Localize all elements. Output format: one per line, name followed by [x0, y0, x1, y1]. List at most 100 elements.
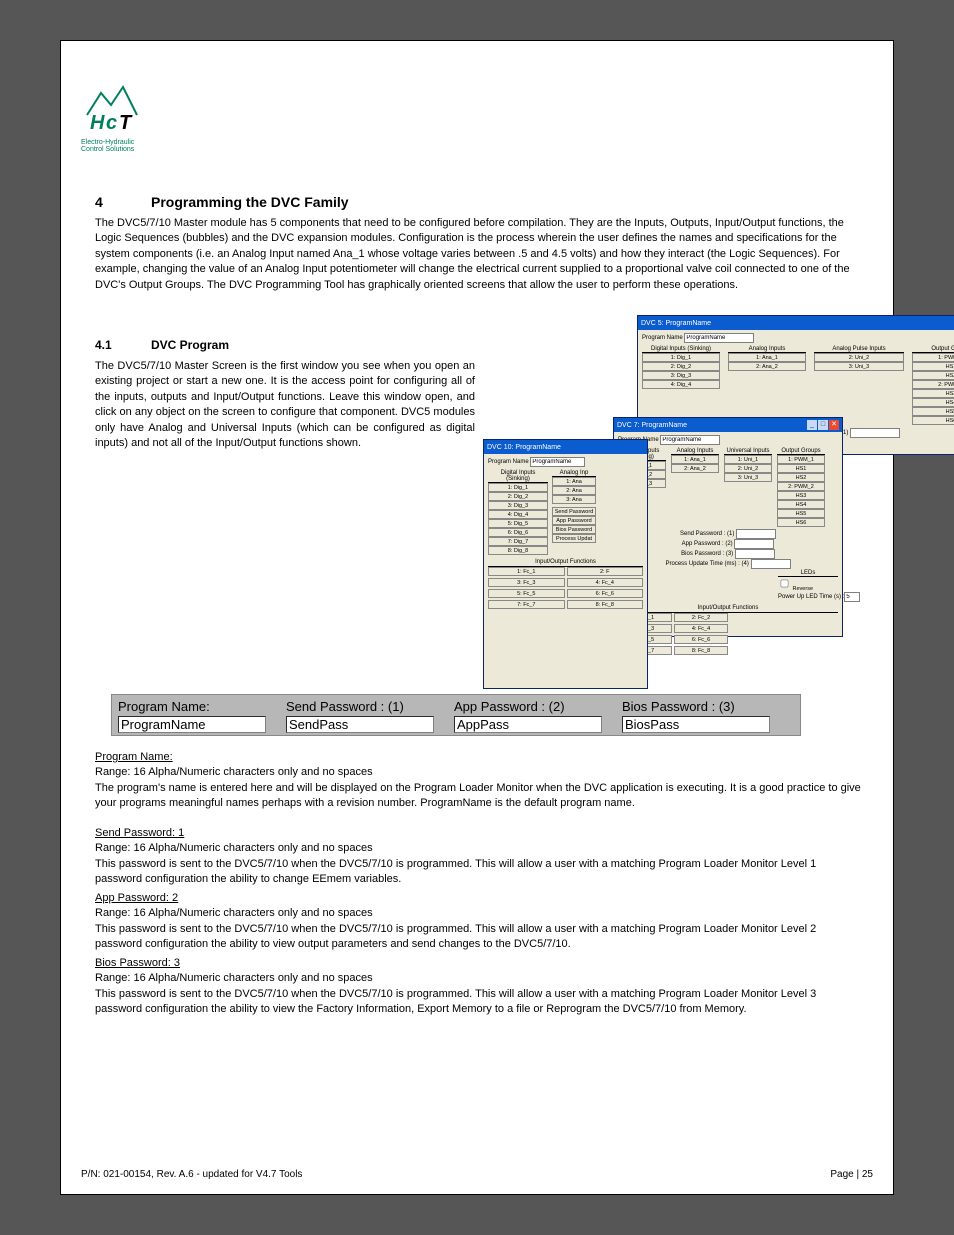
list-item[interactable]: HS5 [777, 509, 825, 518]
list-item[interactable]: HS3 [777, 491, 825, 500]
password-strip: Program Name: Send Password : (1) App Pa… [111, 694, 801, 736]
dvc5-sp-input[interactable] [850, 428, 900, 438]
strip-sp-input[interactable] [286, 716, 434, 733]
list-item[interactable]: 5: Fc_5 [488, 589, 565, 598]
strip-pn-lbl: Program Name: [118, 699, 268, 714]
list-item[interactable]: 5: Dig_5 [488, 519, 548, 528]
list-item[interactable]: 6: Dig_6 [488, 528, 548, 537]
list-item[interactable]: 4: Fc_4 [567, 578, 644, 587]
list-item[interactable]: 2: Ana_2 [671, 464, 719, 473]
list-item[interactable]: HS6 [777, 518, 825, 527]
dvc7-ai-h: Analog Inputs [671, 448, 719, 455]
list-item[interactable]: 2: Dig_2 [488, 492, 548, 501]
section-b-intro: The DVC5/7/10 Master Screen is the first… [95, 359, 475, 451]
list-item[interactable]: 3: Uni_3 [724, 473, 772, 482]
list-item[interactable]: 3: Ana [552, 495, 596, 504]
list-item[interactable]: 3: Fc_3 [488, 578, 565, 587]
list-item[interactable]: 7: Fc_7 [488, 600, 565, 609]
dvc5-og-h: Output Groups [912, 346, 954, 353]
section-no-2: 4.1 [95, 338, 112, 352]
strip-sp-lbl: Send Password : (1) [286, 699, 436, 714]
list-item[interactable]: 1: Uni_1 [724, 455, 772, 464]
bp-block: Bios Password: 3 Range: 16 Alpha/Numeric… [95, 956, 865, 1018]
list-item[interactable]: 6: Fc_6 [674, 635, 728, 644]
list-item[interactable]: Process Updat [552, 534, 596, 543]
svg-text:H: H [90, 112, 105, 134]
dvc10-pn-input[interactable] [530, 457, 585, 467]
dvc7-led-h: LEDs [778, 570, 838, 577]
list-item[interactable]: 1: Dig_1 [488, 483, 548, 492]
list-item[interactable]: 2: Fc_2 [674, 613, 728, 622]
strip-ap-lbl: App Password : (2) [454, 699, 604, 714]
list-item[interactable]: 2: Ana [552, 486, 596, 495]
list-item[interactable]: 1: Ana_1 [728, 353, 806, 362]
list-item[interactable]: HS3 [912, 389, 954, 398]
logo-sub1: Electro-Hydraulic [81, 139, 145, 146]
svg-text:c: c [106, 112, 117, 134]
dvc7-ui-h: Universal Inputs [724, 448, 772, 455]
list-item[interactable]: 2: Ana_2 [728, 362, 806, 371]
max-icon[interactable]: □ [818, 420, 828, 430]
list-item[interactable]: HS4 [777, 500, 825, 509]
list-item[interactable]: 3: Uni_3 [814, 362, 904, 371]
list-item[interactable]: 2: Uni_2 [814, 353, 904, 362]
list-item[interactable]: App Password [552, 516, 596, 525]
dvc5-pn-input[interactable] [684, 333, 754, 343]
logo-sub2: Control Solutions [81, 146, 145, 153]
list-item[interactable]: 3: Dig_3 [642, 371, 720, 380]
list-item[interactable]: HS2 [777, 473, 825, 482]
list-item[interactable]: 8: Dig_8 [488, 546, 548, 555]
pw-row: Bios Password : (3) [618, 549, 838, 559]
list-item[interactable]: 2: Uni_2 [724, 464, 772, 473]
list-item[interactable]: 2: F [567, 567, 644, 576]
list-item[interactable]: HS1 [912, 362, 954, 371]
dvc10-ai-h: Analog Inp [552, 470, 596, 477]
list-item[interactable]: 1: PWM_1 [777, 455, 825, 464]
list-item[interactable]: Send Password [552, 507, 596, 516]
pw-row: Send Password : (1) [618, 529, 838, 539]
list-item[interactable]: 3: Dig_3 [488, 501, 548, 510]
list-item[interactable]: HS1 [777, 464, 825, 473]
list-item[interactable]: 8: Fc_8 [674, 646, 728, 655]
list-item[interactable]: 1: PWM_1 [912, 353, 954, 362]
list-item[interactable]: Bios Password [552, 525, 596, 534]
list-item[interactable]: HS6 [912, 416, 954, 425]
strip-pn-input[interactable] [118, 716, 266, 733]
dvc7-led-time[interactable] [844, 592, 860, 602]
list-item[interactable]: 4: Dig_4 [642, 380, 720, 389]
brand-logo: H c T Electro-Hydraulic Control Solution… [81, 81, 145, 154]
section-h2: DVC Program [151, 338, 229, 352]
dvc10-io-h: Input/Output Functions [488, 558, 643, 567]
footer-left: P/N: 021-00154, Rev. A.6 - updated for V… [81, 1169, 302, 1180]
close-icon[interactable]: ✕ [829, 420, 839, 430]
list-item[interactable]: 1: Fc_1 [488, 567, 565, 576]
strip-ap-input[interactable] [454, 716, 602, 733]
pw-row: Process Update Time (ms) : (4) [618, 559, 838, 569]
list-item[interactable]: 1: Ana_1 [671, 455, 719, 464]
title-dvc10: DVC 10: ProgramName [487, 444, 561, 451]
list-item[interactable]: 1: Ana [552, 477, 596, 486]
min-icon[interactable]: _ [807, 420, 817, 430]
titlebar-dvc5: DVC 5: ProgramName_□✕ [638, 316, 954, 330]
list-item[interactable]: 1: Dig_1 [642, 353, 720, 362]
list-item[interactable]: 4: Dig_4 [488, 510, 548, 519]
dvc7-led-chk[interactable]: Reverse [778, 586, 813, 592]
strip-bp-input[interactable] [622, 716, 770, 733]
list-item[interactable]: 7: Dig_7 [488, 537, 548, 546]
list-item[interactable]: 2: PWM_2 [777, 482, 825, 491]
list-item[interactable]: HS5 [912, 407, 954, 416]
dvc10-di-h: Digital Inputs (Sinking) [488, 470, 548, 483]
dvc5-pn: Program Name [642, 333, 954, 343]
dvc5-api-h: Analog Pulse Inputs [814, 346, 904, 353]
list-item[interactable]: HS2 [912, 371, 954, 380]
dvc7-pn-input[interactable] [660, 435, 720, 445]
list-item[interactable]: HS4 [912, 398, 954, 407]
list-item[interactable]: 2: Dig_2 [642, 362, 720, 371]
list-item[interactable]: 4: Fc_4 [674, 624, 728, 633]
list-item[interactable]: 2: PWM_2 [912, 380, 954, 389]
list-item[interactable]: 6: Fc_6 [567, 589, 644, 598]
title-dvc7: DVC 7: ProgramName [617, 422, 687, 429]
list-item[interactable]: 8: Fc_8 [567, 600, 644, 609]
page: H c T Electro-Hydraulic Control Solution… [60, 40, 894, 1195]
pw-row: App Password : (2) [618, 539, 838, 549]
